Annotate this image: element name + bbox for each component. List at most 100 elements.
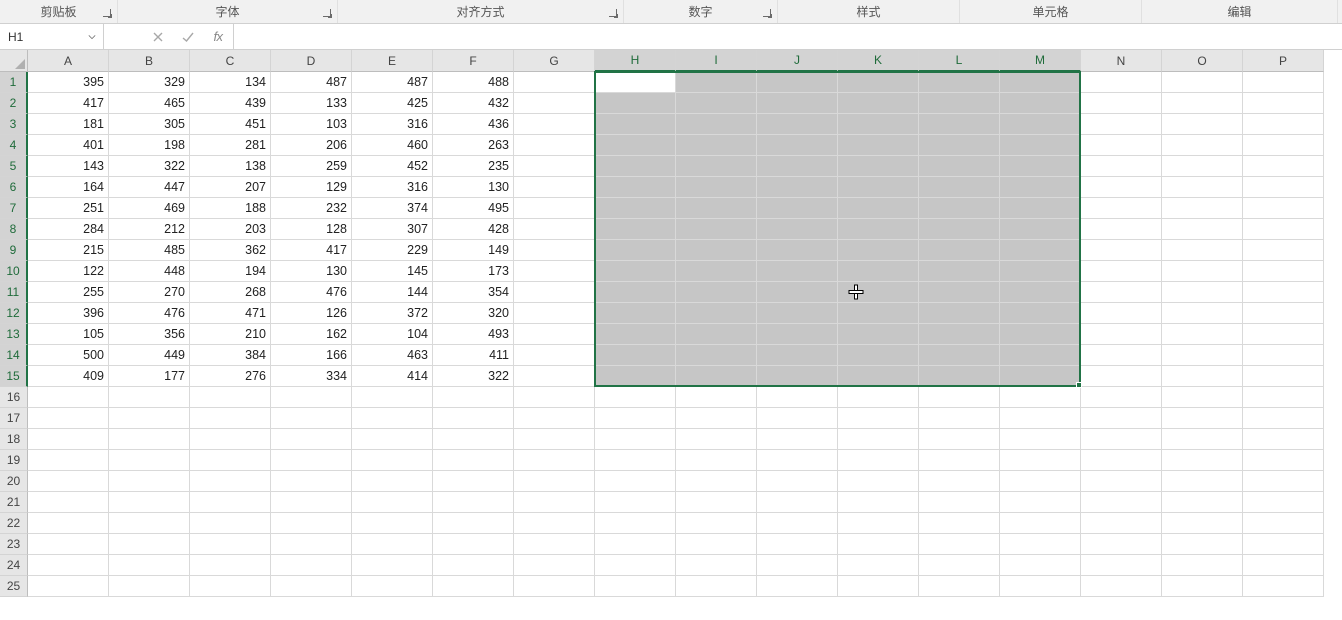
cell-N4[interactable] [1081, 135, 1162, 156]
cell-C2[interactable]: 439 [190, 93, 271, 114]
cell-F19[interactable] [433, 450, 514, 471]
cell-I9[interactable] [676, 240, 757, 261]
cell-B23[interactable] [109, 534, 190, 555]
cell-I20[interactable] [676, 471, 757, 492]
cell-M11[interactable] [1000, 282, 1081, 303]
row-header-4[interactable]: 4 [0, 135, 28, 156]
cell-B15[interactable]: 177 [109, 366, 190, 387]
cell-A25[interactable] [28, 576, 109, 597]
row-header-9[interactable]: 9 [0, 240, 28, 261]
cell-M8[interactable] [1000, 219, 1081, 240]
cell-F10[interactable]: 173 [433, 261, 514, 282]
cell-I15[interactable] [676, 366, 757, 387]
cell-P24[interactable] [1243, 555, 1324, 576]
cell-L15[interactable] [919, 366, 1000, 387]
cell-A24[interactable] [28, 555, 109, 576]
cell-P18[interactable] [1243, 429, 1324, 450]
cell-C18[interactable] [190, 429, 271, 450]
cell-C3[interactable]: 451 [190, 114, 271, 135]
cell-H14[interactable] [595, 345, 676, 366]
cell-J8[interactable] [757, 219, 838, 240]
cell-M7[interactable] [1000, 198, 1081, 219]
cell-J18[interactable] [757, 429, 838, 450]
cell-B3[interactable]: 305 [109, 114, 190, 135]
cell-C9[interactable]: 362 [190, 240, 271, 261]
cell-B12[interactable]: 476 [109, 303, 190, 324]
cell-N15[interactable] [1081, 366, 1162, 387]
cell-J22[interactable] [757, 513, 838, 534]
fx-icon[interactable]: fx [209, 28, 227, 46]
cell-G18[interactable] [514, 429, 595, 450]
cell-E13[interactable]: 104 [352, 324, 433, 345]
cell-O18[interactable] [1162, 429, 1243, 450]
cell-M12[interactable] [1000, 303, 1081, 324]
cell-O8[interactable] [1162, 219, 1243, 240]
cell-M3[interactable] [1000, 114, 1081, 135]
cell-G14[interactable] [514, 345, 595, 366]
cell-J23[interactable] [757, 534, 838, 555]
cell-N8[interactable] [1081, 219, 1162, 240]
cell-N9[interactable] [1081, 240, 1162, 261]
cell-H10[interactable] [595, 261, 676, 282]
cell-B6[interactable]: 447 [109, 177, 190, 198]
name-box-dropdown-icon[interactable] [85, 30, 99, 44]
cell-I5[interactable] [676, 156, 757, 177]
cell-L4[interactable] [919, 135, 1000, 156]
cell-O17[interactable] [1162, 408, 1243, 429]
row-header-24[interactable]: 24 [0, 555, 28, 576]
cell-J2[interactable] [757, 93, 838, 114]
cell-H22[interactable] [595, 513, 676, 534]
cell-B4[interactable]: 198 [109, 135, 190, 156]
cell-E4[interactable]: 460 [352, 135, 433, 156]
cell-K17[interactable] [838, 408, 919, 429]
cell-D17[interactable] [271, 408, 352, 429]
row-header-10[interactable]: 10 [0, 261, 28, 282]
cell-E16[interactable] [352, 387, 433, 408]
cell-I11[interactable] [676, 282, 757, 303]
cell-L21[interactable] [919, 492, 1000, 513]
cell-F5[interactable]: 235 [433, 156, 514, 177]
cell-L14[interactable] [919, 345, 1000, 366]
cell-N25[interactable] [1081, 576, 1162, 597]
cell-M18[interactable] [1000, 429, 1081, 450]
cell-I16[interactable] [676, 387, 757, 408]
cell-I18[interactable] [676, 429, 757, 450]
cell-H24[interactable] [595, 555, 676, 576]
cell-L13[interactable] [919, 324, 1000, 345]
cell-G7[interactable] [514, 198, 595, 219]
cell-J6[interactable] [757, 177, 838, 198]
cell-J21[interactable] [757, 492, 838, 513]
cell-I17[interactable] [676, 408, 757, 429]
cell-A17[interactable] [28, 408, 109, 429]
cell-C13[interactable]: 210 [190, 324, 271, 345]
cell-O4[interactable] [1162, 135, 1243, 156]
cell-A16[interactable] [28, 387, 109, 408]
cell-F20[interactable] [433, 471, 514, 492]
cell-A13[interactable]: 105 [28, 324, 109, 345]
cell-J9[interactable] [757, 240, 838, 261]
col-header-G[interactable]: G [514, 50, 595, 72]
cell-H20[interactable] [595, 471, 676, 492]
cell-G9[interactable] [514, 240, 595, 261]
cell-M9[interactable] [1000, 240, 1081, 261]
cell-F8[interactable]: 428 [433, 219, 514, 240]
cell-D9[interactable]: 417 [271, 240, 352, 261]
cell-F6[interactable]: 130 [433, 177, 514, 198]
cell-O6[interactable] [1162, 177, 1243, 198]
cell-P7[interactable] [1243, 198, 1324, 219]
cell-A1[interactable]: 395 [28, 72, 109, 93]
cell-A22[interactable] [28, 513, 109, 534]
row-header-8[interactable]: 8 [0, 219, 28, 240]
cell-O10[interactable] [1162, 261, 1243, 282]
cell-N1[interactable] [1081, 72, 1162, 93]
cell-I12[interactable] [676, 303, 757, 324]
cell-O5[interactable] [1162, 156, 1243, 177]
cell-A12[interactable]: 396 [28, 303, 109, 324]
cell-M22[interactable] [1000, 513, 1081, 534]
cell-F18[interactable] [433, 429, 514, 450]
cell-B25[interactable] [109, 576, 190, 597]
cell-C4[interactable]: 281 [190, 135, 271, 156]
cell-O11[interactable] [1162, 282, 1243, 303]
cell-D15[interactable]: 334 [271, 366, 352, 387]
cell-A20[interactable] [28, 471, 109, 492]
